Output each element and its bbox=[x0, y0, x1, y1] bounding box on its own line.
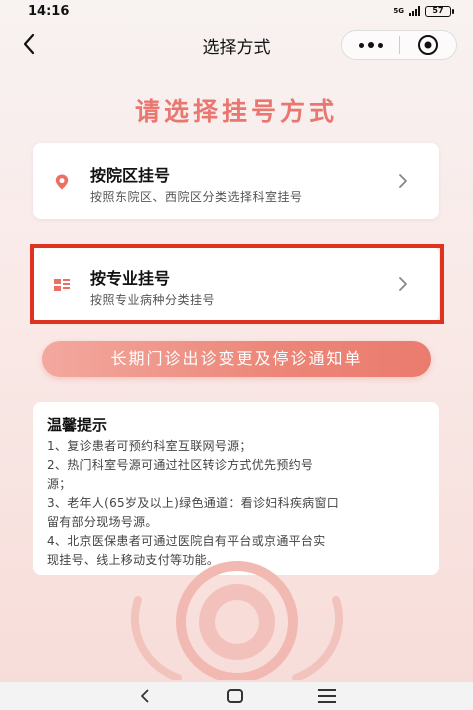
more-dot-icon bbox=[377, 42, 383, 48]
status-time: 14:16 bbox=[28, 3, 70, 19]
status-icons: 5G 57 bbox=[393, 5, 454, 17]
nav-bar: 选择方式 bbox=[0, 22, 473, 66]
option-subtitle: 按照东院区、西院区分类选择科室挂号 bbox=[90, 190, 303, 204]
network-label: 5G bbox=[393, 6, 404, 15]
chevron-right-icon bbox=[399, 174, 407, 188]
battery-icon: 57 bbox=[425, 5, 454, 17]
system-navigation-bar bbox=[0, 682, 473, 710]
system-menu-icon[interactable] bbox=[317, 689, 336, 703]
tips-line: 1、复诊患者可预约科室互联网号源； bbox=[47, 439, 252, 453]
system-home-icon[interactable] bbox=[226, 689, 243, 703]
mini-program-capsule bbox=[341, 30, 457, 60]
more-dot-icon bbox=[367, 42, 374, 48]
tips-panel: 温馨提示 1、复诊患者可预约科室互联网号源； 2、热门科室号源可通过社区转诊方式… bbox=[33, 402, 439, 575]
battery-level: 57 bbox=[432, 5, 444, 15]
tips-line: 2、热门科室号源可通过社区转诊方式优先预约号 bbox=[47, 458, 314, 472]
hospital-emblem-watermark bbox=[130, 561, 344, 680]
selection-highlight-box bbox=[30, 244, 444, 324]
status-bar: 14:16 5G 57 bbox=[0, 0, 473, 22]
tips-title: 温馨提示 bbox=[47, 416, 108, 434]
close-mini-program-button[interactable] bbox=[400, 31, 456, 59]
signal-icon bbox=[409, 6, 420, 16]
option-title: 按院区挂号 bbox=[90, 166, 171, 185]
tips-line: 3、老年人(65岁及以上)绿色通道：看诊妇科疾病窗口 bbox=[47, 496, 340, 510]
page-heading: 请选择挂号方式 bbox=[134, 97, 338, 126]
location-pin-icon bbox=[55, 174, 69, 190]
tips-line: 4、北京医保患者可通过医院自有平台或京通平台实 bbox=[47, 534, 326, 548]
option-by-campus[interactable]: 按院区挂号 按照东院区、西院区分类选择科室挂号 bbox=[33, 143, 439, 219]
tips-line: 源； bbox=[47, 477, 72, 491]
clinic-change-notice-button[interactable]: 长期门诊出诊变更及停诊通知单 bbox=[42, 341, 431, 377]
more-dot-icon bbox=[358, 42, 364, 48]
target-icon bbox=[417, 35, 438, 55]
more-button[interactable] bbox=[342, 31, 399, 59]
tips-line: 留有部分现场号源。 bbox=[47, 515, 158, 529]
system-back-icon[interactable] bbox=[138, 689, 152, 703]
